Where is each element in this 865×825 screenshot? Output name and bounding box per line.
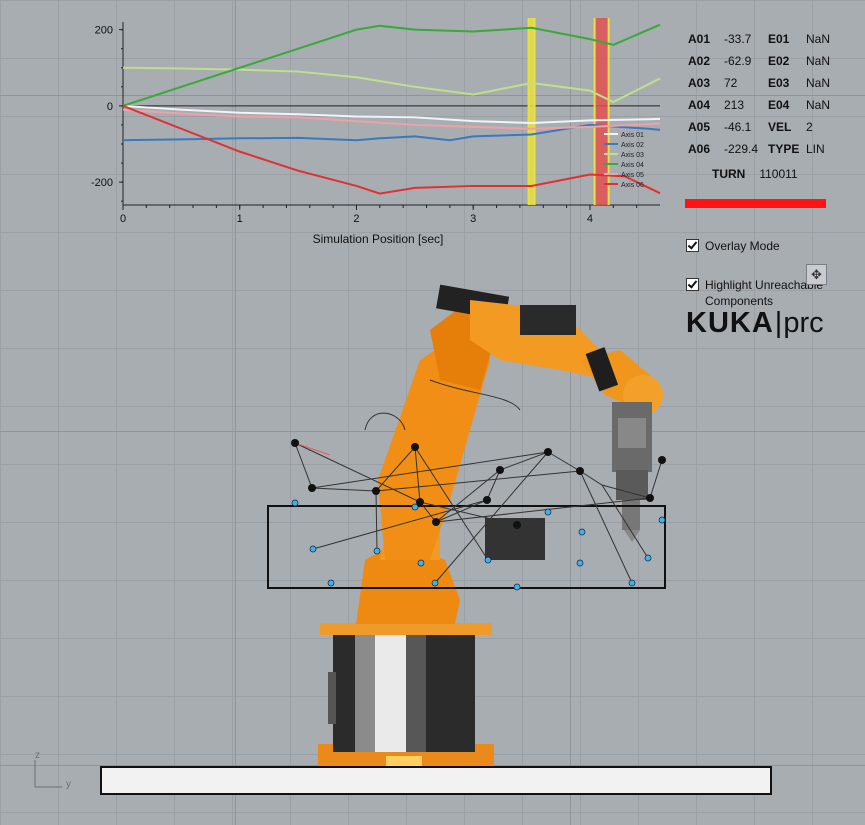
reachability-status-bar	[685, 199, 826, 208]
chart-lines	[122, 23, 661, 195]
legend-label: Axis 02	[621, 142, 644, 149]
chart-legend: Axis 01 Axis 02 Axis 03 Axis 04 Axis 05 Axis …	[604, 132, 644, 189]
x-tick-label: 3	[470, 213, 476, 225]
overlay-mode-checkbox[interactable]: Overlay Mode	[686, 238, 780, 254]
y-tick-label: 0	[107, 101, 113, 113]
value-row: A03 72 E03 NaN	[688, 76, 831, 90]
chart-axes: 200 0 -200 0 1 2 3 4	[91, 22, 660, 225]
value-row: A01 -33.7 E01 NaN	[688, 32, 831, 46]
legend-label: Axis 05	[621, 172, 644, 179]
turn-value: 110011	[759, 167, 798, 181]
legend-label: Axis 06	[621, 182, 644, 189]
axis-values-panel: A01 -33.7 E01 NaN A02 -62.9 E02 NaN A03 72 E03 Na…	[688, 28, 836, 160]
grid-major-line	[0, 431, 865, 432]
value-row: A06 -229.4 TYPE LIN	[688, 142, 825, 156]
kuka-prc-logo: KUKA|prc	[686, 307, 824, 339]
x-tick-label: 4	[587, 213, 593, 225]
axis-chart: 2000-2000 1 2 3 4 Axis 01Axis 02Axis 03Axis …	[91, 18, 661, 246]
legend-label: Axis 03	[621, 152, 644, 159]
x-tick-label: 0	[120, 213, 126, 225]
value-row: A05 -46.1 VEL 2	[688, 120, 813, 134]
chart-highlights	[527, 18, 610, 205]
x-tick-label: 1	[237, 213, 243, 225]
checkbox-checked-icon[interactable]	[686, 239, 699, 252]
value-row: A02 -62.9 E02 NaN	[688, 54, 831, 68]
checkbox-checked-icon[interactable]	[686, 278, 699, 291]
y-tick-label: 200	[95, 25, 113, 37]
turn-readout: TURN 110011	[712, 167, 798, 181]
turn-label: TURN	[712, 167, 746, 181]
chart-xlabel: Simulation Position [sec]	[313, 232, 444, 246]
move-icon[interactable]: ✥	[806, 264, 827, 285]
command-input[interactable]	[100, 766, 772, 795]
y-tick-label: -200	[91, 177, 113, 189]
series-line	[122, 23, 661, 107]
legend-label: Axis 01	[621, 132, 644, 139]
x-tick-label: 2	[353, 213, 359, 225]
series-line	[122, 66, 661, 104]
highlight-band	[594, 18, 609, 205]
legend-label: Axis 04	[621, 162, 644, 169]
series-line	[122, 104, 661, 195]
value-row: A04 213 E04 NaN	[688, 98, 831, 112]
